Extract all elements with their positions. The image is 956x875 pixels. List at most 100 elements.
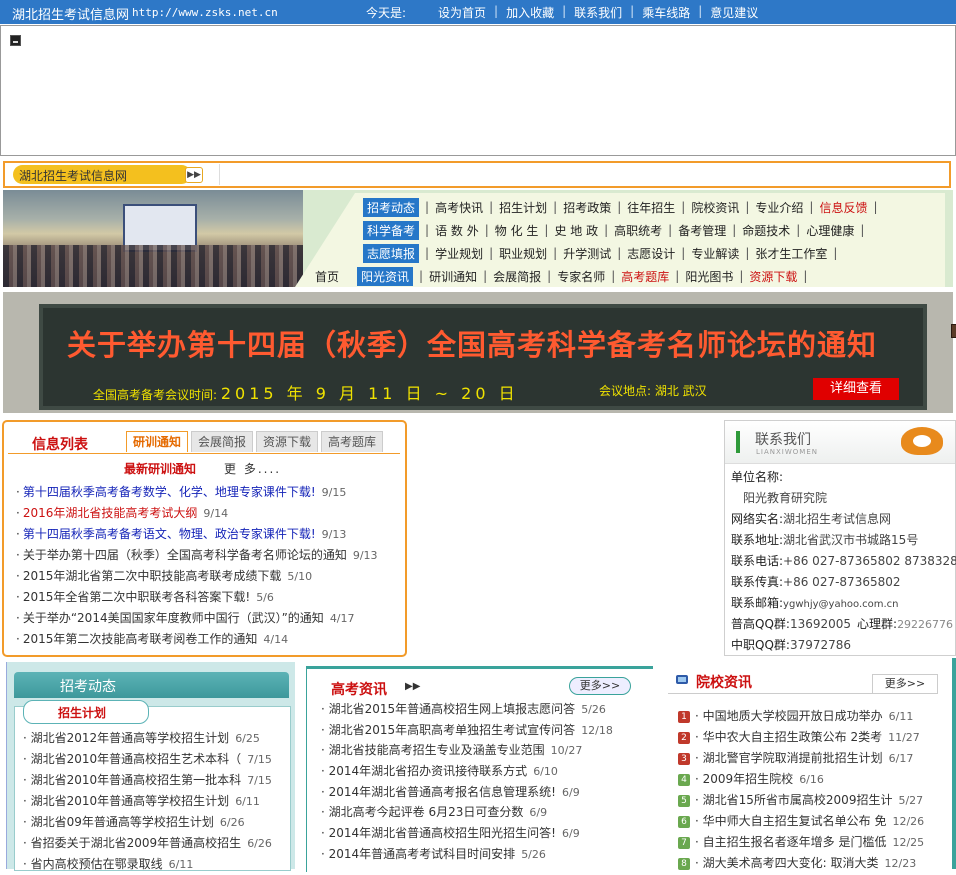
gaokao-more-button[interactable]: 更多>> xyxy=(569,677,631,695)
list-item[interactable]: · 湖北省2015年普通高校招生网上填报志愿问答 5/26 xyxy=(321,699,651,720)
nav-item[interactable]: 职业规划 xyxy=(493,245,553,262)
nav-item[interactable]: 专业介绍 xyxy=(749,199,809,216)
list-item[interactable]: · 湖北省技能高考招生专业及涵盖专业范围 10/27 xyxy=(321,740,651,761)
yuanxiao-more-button[interactable]: 更多>> xyxy=(872,674,938,693)
list-item[interactable]: 8 · 湖大美术高考四大变化: 取消大类 12/23 xyxy=(678,853,956,874)
nav-item[interactable]: 往年招生 xyxy=(621,199,681,216)
nav-item[interactable]: 专业解读 xyxy=(685,245,745,262)
item-title[interactable]: 关于举办“2014美国国家年度教师中国行（武汉）”的通知 xyxy=(23,611,324,625)
nav-item[interactable]: 高考快讯 xyxy=(429,199,489,216)
nav-item[interactable]: 资源下载 xyxy=(743,268,803,285)
info-tab[interactable]: 高考题库 xyxy=(321,431,383,452)
item-title[interactable]: 湖北省2010年普通高校招生艺术本科（ xyxy=(31,752,242,766)
list-item[interactable]: · 2014年湖北省普通高考报名信息管理系统! 6/9 xyxy=(321,782,651,803)
list-item[interactable]: 5 · 湖北省15所省市属高校2009招生计 5/27 xyxy=(678,790,956,811)
item-title[interactable]: 2014年湖北省普通高校招生阳光招生问答! xyxy=(329,826,556,840)
nav-item[interactable]: 命题技术 xyxy=(736,222,796,239)
nav-item[interactable]: 升学测试 xyxy=(557,245,617,262)
nav-item[interactable]: 心理健康 xyxy=(800,222,860,239)
list-item[interactable]: · 2015年全省第二次中职联考各科答案下载! 5/6 xyxy=(16,587,406,608)
list-item[interactable]: · 省内高校预估在鄂录取线 6/11 xyxy=(23,854,291,875)
more-link[interactable]: 更 多.... xyxy=(224,460,281,477)
nav-item[interactable]: 招考政策 xyxy=(557,199,617,216)
list-item[interactable]: · 湖北省2012年普通高等学校招生计划 6/25 xyxy=(23,728,291,749)
nav-item[interactable]: 信息反馈 xyxy=(813,199,873,216)
item-title[interactable]: 关于举办第十四届（秋季）全国高考科学备考名师论坛的通知 xyxy=(23,548,347,562)
nav-item[interactable]: 史 地 政 xyxy=(548,222,604,239)
item-title[interactable]: 中国地质大学校园开放日成功举办 xyxy=(703,709,883,723)
item-title[interactable]: 湖北省2015年普通高校招生网上填报志愿问答 xyxy=(329,702,576,716)
nav-category-tag[interactable]: 招考动态 xyxy=(363,197,420,217)
info-tab[interactable]: 资源下载 xyxy=(256,431,318,452)
list-item[interactable]: · 湖北省2010年普通高等学校招生计划 6/11 xyxy=(23,791,291,812)
nav-item[interactable]: 高考题库 xyxy=(615,268,675,285)
list-item[interactable]: 6 · 华中师大自主招生复试名单公布 免 12/26 xyxy=(678,811,956,832)
item-title[interactable]: 湖北高考今起评卷 6月23日可查分数 xyxy=(329,805,524,819)
item-title[interactable]: 湖北警官学院取消提前批招生计划 xyxy=(703,751,883,765)
list-item[interactable]: · 省招委关于湖北省2009年普通高校招生 6/26 xyxy=(23,833,291,854)
item-title[interactable]: 第十四届秋季高考备考语文、物理、政治专家课件下载! xyxy=(23,527,316,541)
item-title[interactable]: 湖北省技能高考招生专业及涵盖专业范围 xyxy=(329,743,545,757)
item-title[interactable]: 2016年湖北省技能高考考试大纲 xyxy=(23,506,198,520)
nav-category-tag[interactable]: 阳光资讯 xyxy=(357,266,414,286)
list-item[interactable]: · 湖北省2010年普通高校招生第一批本科 7/15 xyxy=(23,770,291,791)
item-title[interactable]: 2015年湖北省第二次中职技能高考联考成绩下载 xyxy=(23,569,282,583)
item-title[interactable]: 2015年第二次技能高考联考阅卷工作的通知 xyxy=(23,632,258,646)
item-title[interactable]: 湖北省2015年高职高考单独招生考试宣传问答 xyxy=(329,723,576,737)
list-item[interactable]: 2 · 华中农大自主招生政策公布 2类考 11/27 xyxy=(678,727,956,748)
item-title[interactable]: 湖北省09年普通高等学校招生计划 xyxy=(31,815,214,829)
top-link[interactable]: 乘车线路 xyxy=(642,4,690,21)
item-title[interactable]: 省招委关于湖北省2009年普通高校招生 xyxy=(31,836,242,850)
nav-item[interactable]: 语 数 外 xyxy=(429,222,485,239)
nav-home[interactable]: 首页 xyxy=(315,268,339,285)
nav-item[interactable]: 物 化 生 xyxy=(489,222,545,239)
item-title[interactable]: 华中农大自主招生政策公布 2类考 xyxy=(703,730,882,744)
item-title[interactable]: 2014年湖北省招办资讯接待联系方式 xyxy=(329,764,528,778)
list-item[interactable]: · 2014年湖北省普通高校招生阳光招生问答! 6/9 xyxy=(321,823,651,844)
list-item[interactable]: · 2014年普通高考考试科目时间安排 5/26 xyxy=(321,844,651,865)
detail-button[interactable]: 详细查看 xyxy=(813,378,899,400)
nav-item[interactable]: 志愿设计 xyxy=(621,245,681,262)
nav-item[interactable]: 张才生工作室 xyxy=(749,245,833,262)
item-title[interactable]: 2014年湖北省普通高考报名信息管理系统! xyxy=(329,785,556,799)
top-link[interactable]: 联系我们 xyxy=(574,4,622,21)
item-title[interactable]: 2009年招生院校 xyxy=(703,772,794,786)
list-item[interactable]: 4 · 2009年招生院校 6/16 xyxy=(678,769,956,790)
list-item[interactable]: · 2016年湖北省技能高考考试大纲 9/14 xyxy=(16,503,406,524)
nav-item[interactable]: 学业规划 xyxy=(429,245,489,262)
item-title[interactable]: 第十四届秋季高考备考数学、化学、地理专家课件下载! xyxy=(23,485,316,499)
list-item[interactable]: · 湖北省09年普通高等学校招生计划 6/26 xyxy=(23,812,291,833)
nav-item[interactable]: 高职统考 xyxy=(608,222,668,239)
nav-item[interactable]: 院校资讯 xyxy=(685,199,745,216)
item-title[interactable]: 湖北省2012年普通高等学校招生计划 xyxy=(31,731,230,745)
list-item[interactable]: · 湖北省2015年高职高考单独招生考试宣传问答 12/18 xyxy=(321,720,651,741)
info-tab[interactable]: 研训通知 xyxy=(126,431,188,452)
list-item[interactable]: · 第十四届秋季高考备考数学、化学、地理专家课件下载! 9/15 xyxy=(16,482,406,503)
item-title[interactable]: 华中师大自主招生复试名单公布 免 xyxy=(703,814,887,828)
nav-item[interactable]: 专家名师 xyxy=(551,268,611,285)
top-link[interactable]: 设为首页 xyxy=(438,4,486,21)
list-item[interactable]: 7 · 自主招生报名者逐年增多 是门槛低 12/25 xyxy=(678,832,956,853)
item-title[interactable]: 湖北省2010年普通高校招生第一批本科 xyxy=(31,773,242,787)
list-item[interactable]: · 关于举办第十四届（秋季）全国高考科学备考名师论坛的通知 9/13 xyxy=(16,545,406,566)
nav-item[interactable]: 研训通知 xyxy=(423,268,483,285)
item-title[interactable]: 湖北省2010年普通高等学校招生计划 xyxy=(31,794,230,808)
nav-item[interactable]: 会展简报 xyxy=(487,268,547,285)
top-link[interactable]: 加入收藏 xyxy=(506,4,554,21)
list-item[interactable]: 3 · 湖北警官学院取消提前批招生计划 6/17 xyxy=(678,748,956,769)
list-item[interactable]: · 关于举办“2014美国国家年度教师中国行（武汉）”的通知 4/17 xyxy=(16,608,406,629)
item-title[interactable]: 湖大美术高考四大变化: 取消大类 xyxy=(703,856,879,870)
nav-item[interactable]: 备考管理 xyxy=(672,222,732,239)
item-title[interactable]: 湖北省15所省市属高校2009招生计 xyxy=(703,793,893,807)
list-item[interactable]: · 湖北高考今起评卷 6月23日可查分数 6/9 xyxy=(321,802,651,823)
tab-zhaosheng-jihua[interactable]: 招生计划 xyxy=(23,700,149,724)
list-item[interactable]: · 2015年第二次技能高考联考阅卷工作的通知 4/14 xyxy=(16,629,406,650)
nav-item[interactable]: 招生计划 xyxy=(493,199,553,216)
nav-item[interactable]: 阳光图书 xyxy=(679,268,739,285)
item-title[interactable]: 自主招生报名者逐年增多 是门槛低 xyxy=(703,835,887,849)
info-tab[interactable]: 会展简报 xyxy=(191,431,253,452)
nav-category-tag[interactable]: 志愿填报 xyxy=(363,243,420,263)
list-item[interactable]: · 湖北省2010年普通高校招生艺术本科（ 7/15 xyxy=(23,749,291,770)
scroll-arrow-icon[interactable]: ▶▶ xyxy=(185,167,203,183)
list-item[interactable]: · 2015年湖北省第二次中职技能高考联考成绩下载 5/10 xyxy=(16,566,406,587)
